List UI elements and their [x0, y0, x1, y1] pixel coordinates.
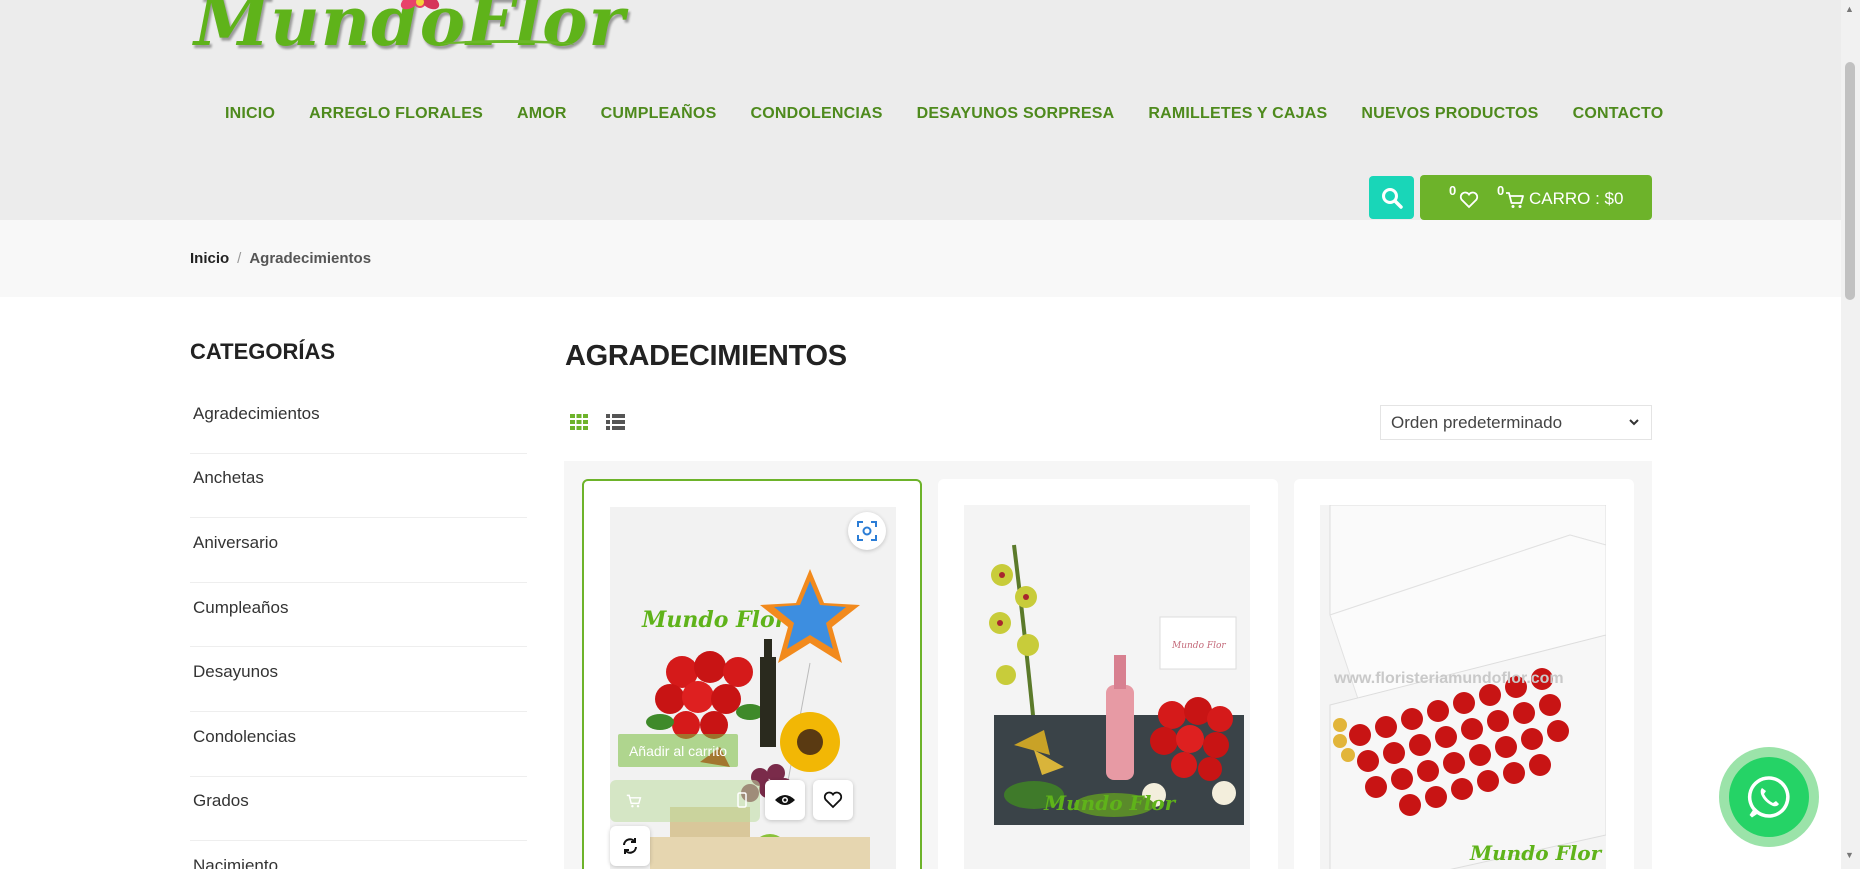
category-list: Agradecimientos Anchetas Aniversario Cum… — [190, 389, 527, 869]
breadcrumb-bar: Inicio / Agradecimientos — [0, 220, 1841, 297]
category-item-agradecimientos[interactable]: Agradecimientos — [190, 389, 527, 454]
scroll-down-arrow[interactable]: ▼ — [1845, 850, 1854, 860]
nav-item-condolencias[interactable]: CONDOLENCIAS — [733, 103, 899, 125]
nav-item-desayunos-sorpresa[interactable]: DESAYUNOS SORPRESA — [900, 103, 1132, 125]
nav-item-inicio[interactable]: INICIO — [208, 103, 292, 125]
refresh-icon — [623, 838, 637, 854]
whatsapp-icon — [1747, 776, 1790, 818]
zoom-icon — [857, 521, 877, 541]
category-item-nacimiento[interactable]: Nacimiento — [190, 841, 527, 869]
add-to-wishlist-button[interactable] — [813, 780, 853, 820]
cart-count: 0 — [1497, 183, 1505, 198]
compare-button[interactable] — [610, 826, 650, 866]
nav-item-nuevos-productos[interactable]: NUEVOS PRODUCTOS — [1344, 103, 1555, 125]
phone-icon[interactable] — [736, 792, 748, 808]
breadcrumb: Inicio / Agradecimientos — [190, 250, 371, 267]
whatsapp-button[interactable] — [1719, 747, 1819, 847]
eye-icon — [775, 795, 795, 805]
product-card[interactable]: Mundo Flor Mundo Flor — [938, 479, 1278, 869]
chevron-down-icon — [1629, 419, 1639, 426]
site-header: MundoFlor INICIO ARREGLO FLORALES AMOR C… — [0, 0, 1841, 220]
product-image[interactable]: www.floristeriamundoflor.com Mundo Flor — [1320, 505, 1606, 869]
cart-icon[interactable] — [626, 793, 642, 809]
breadcrumb-current: Agradecimientos — [249, 250, 372, 267]
zoom-button[interactable] — [848, 512, 886, 550]
category-item-aniversario[interactable]: Aniversario — [190, 518, 527, 583]
cart-icon — [1506, 192, 1524, 208]
svg-text:www.floristeriamundoflor.com: www.floristeriamundoflor.com — [1333, 670, 1564, 687]
heart-icon — [1459, 191, 1479, 209]
cart-button[interactable]: 0 0 CARRO : $0 — [1420, 175, 1652, 220]
sidebar-title: CATEGORÍAS — [190, 339, 336, 364]
svg-text:Mundo Flor: Mundo Flor — [1171, 641, 1226, 651]
wishlist-button[interactable]: 0 — [1449, 183, 1485, 211]
svg-text:Mundo Flor: Mundo Flor — [1043, 791, 1177, 815]
category-item-anchetas[interactable]: Anchetas — [190, 454, 527, 519]
page-title: AGRADECIMIENTOS — [565, 340, 847, 372]
category-item-condolencias[interactable]: Condolencias — [190, 712, 527, 777]
scroll-up-arrow[interactable]: ▲ — [1845, 4, 1854, 14]
product-image[interactable]: Mundo Flor Mundo Flor — [964, 505, 1250, 869]
nav-item-arreglo-florales[interactable]: ARREGLO FLORALES — [292, 103, 500, 125]
cart-label: CARRO : $0 — [1529, 189, 1624, 208]
breadcrumb-home[interactable]: Inicio — [190, 250, 229, 267]
search-button[interactable] — [1369, 176, 1414, 219]
logo-swoosh — [440, 40, 574, 50]
svg-text:Mundo Flor: Mundo Flor — [1469, 841, 1603, 865]
nav-item-ramilletes-y-cajas[interactable]: RAMILLETES Y CAJAS — [1131, 103, 1344, 125]
category-item-grados[interactable]: Grados — [190, 777, 527, 842]
heart-icon — [823, 791, 843, 809]
sort-select[interactable]: Orden predeterminado — [1380, 405, 1652, 440]
search-icon — [1381, 187, 1403, 209]
site-logo[interactable]: MundoFlor — [190, 0, 624, 66]
flower-icon — [400, 0, 440, 10]
breadcrumb-separator: / — [237, 250, 242, 267]
nav-item-cumpleanos[interactable]: CUMPLEAÑOS — [584, 103, 734, 125]
add-to-cart-button[interactable]: Añadir al carrito — [618, 734, 738, 767]
main-nav: INICIO ARREGLO FLORALES AMOR CUMPLEAÑOS … — [208, 103, 1680, 125]
cart-summary[interactable]: 0 CARRO : $0 — [1497, 183, 1647, 211]
category-item-desayunos[interactable]: Desayunos — [190, 647, 527, 712]
grid-view-icon[interactable] — [570, 414, 588, 430]
wishlist-count: 0 — [1449, 183, 1457, 198]
whatsapp-button-inner — [1729, 757, 1809, 837]
nav-item-contacto[interactable]: CONTACTO — [1556, 103, 1681, 125]
list-view-icon[interactable] — [606, 414, 625, 430]
page-scrollbar[interactable]: ▲ ▼ — [1841, 0, 1860, 869]
svg-text:Mundo Flor: Mundo Flor — [641, 607, 788, 633]
scrollbar-thumb[interactable] — [1845, 62, 1855, 300]
quick-view-button[interactable] — [765, 780, 805, 820]
product-actions-bar — [610, 780, 760, 822]
category-item-cumpleanos[interactable]: Cumpleaños — [190, 583, 527, 648]
nav-item-amor[interactable]: AMOR — [500, 103, 584, 125]
sort-selected-value: Orden predeterminado — [1391, 412, 1563, 432]
product-card[interactable]: www.floristeriamundoflor.com Mundo Flor — [1294, 479, 1634, 869]
